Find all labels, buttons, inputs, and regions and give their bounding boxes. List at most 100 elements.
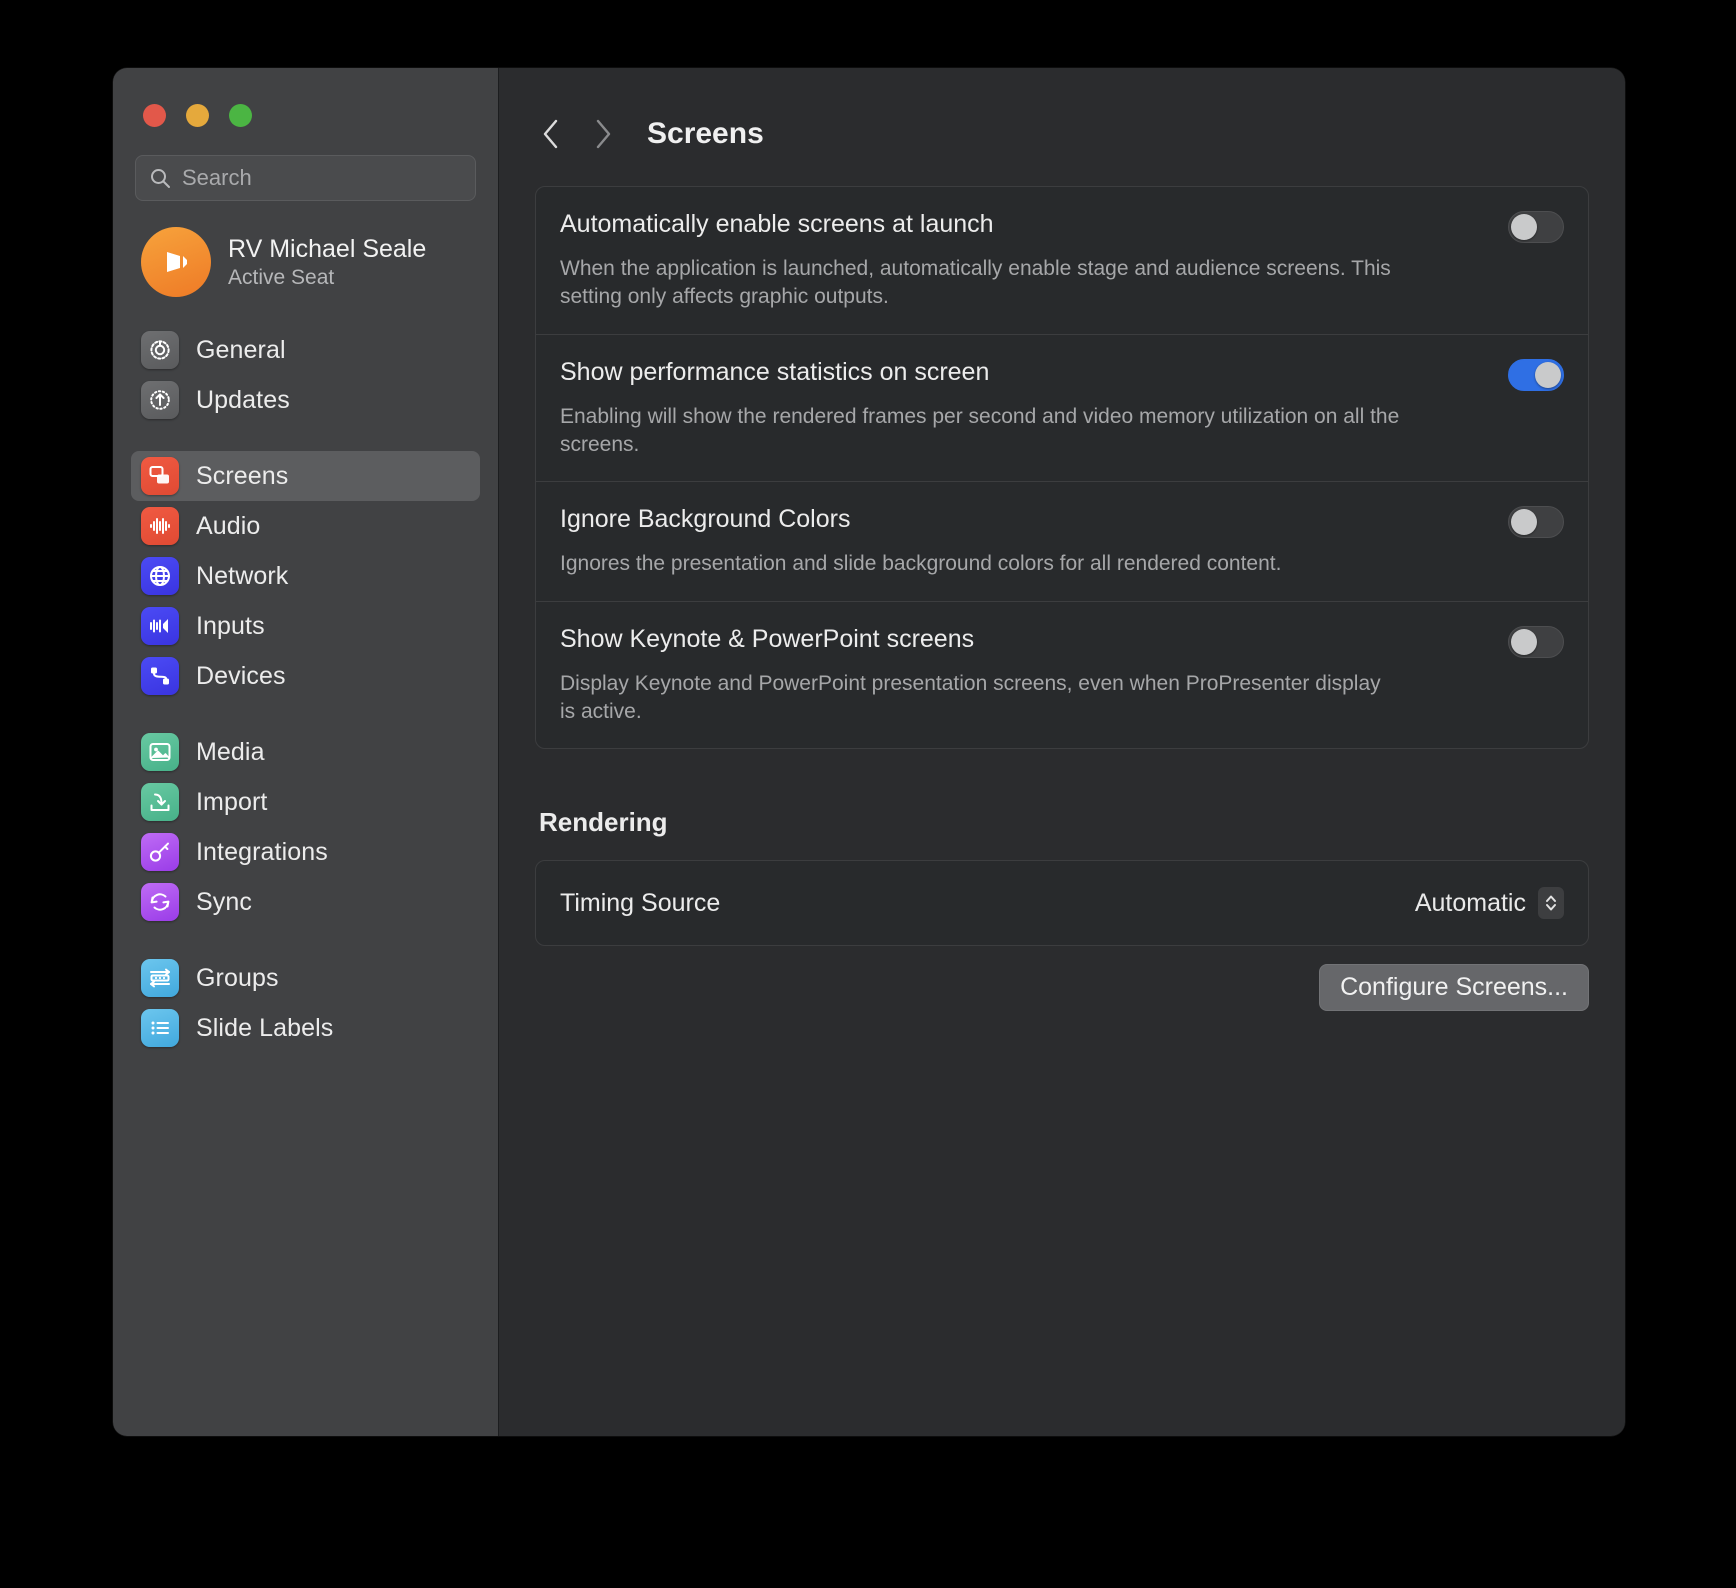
toggle-knob: [1511, 628, 1537, 655]
update-arrow-icon: [141, 381, 179, 419]
minimize-button[interactable]: [186, 104, 209, 127]
sidebar-item-devices[interactable]: Devices: [131, 651, 480, 701]
import-tray-icon: [150, 793, 170, 811]
toggle-knob: [1535, 361, 1561, 388]
account-name: RV Michael Seale: [228, 234, 427, 263]
sidebar-item-label: Network: [196, 561, 289, 590]
setting-description: Display Keynote and PowerPoint presentat…: [560, 671, 1381, 724]
setting-description: When the application is launched, automa…: [560, 257, 1391, 309]
setting-row: Show performance statistics on screen Ena…: [536, 333, 1588, 482]
gear-icon: [141, 331, 179, 369]
setting-description: Ignores the presentation and slide backg…: [560, 552, 1282, 576]
sidebar-item-screens[interactable]: Screens: [131, 451, 480, 501]
import-tray-icon: [141, 783, 179, 821]
setting-toggle[interactable]: [1508, 625, 1564, 658]
setting-toggle[interactable]: [1508, 506, 1564, 539]
waveform-icon: [141, 507, 179, 545]
setting-toggle[interactable]: [1508, 358, 1564, 391]
screens-settings-card: Automatically enable screens at launch Wh…: [535, 186, 1589, 750]
configure-screens-button[interactable]: Configure Screens...: [1319, 964, 1589, 1012]
setting-title: Show Keynote & PowerPoint screens: [560, 624, 975, 653]
update-arrow-icon: [150, 390, 170, 410]
sidebar-item-label: Devices: [196, 661, 286, 690]
search-input[interactable]: [182, 165, 463, 191]
sidebar-group: Groups Slide Labels: [113, 953, 498, 1053]
sidebar-item-slide-labels[interactable]: Slide Labels: [131, 1003, 480, 1053]
sidebar-item-label: Updates: [196, 385, 290, 414]
toggle-knob: [1511, 509, 1537, 536]
setting-row-head: Show Keynote & PowerPoint screens: [560, 624, 1564, 658]
toggle-knob: [1511, 214, 1537, 240]
sidebar-group: General Updates: [113, 325, 498, 425]
page-title: Screens: [647, 117, 764, 150]
key-icon: [141, 833, 179, 871]
close-button[interactable]: [143, 104, 166, 127]
setting-row-head: Automatically enable screens at launch: [560, 209, 1564, 243]
key-icon: [149, 842, 169, 862]
globe-icon: [141, 557, 179, 595]
sidebar-item-label: Screens: [196, 461, 289, 490]
sidebar-item-label: General: [196, 335, 286, 364]
setting-title: Ignore Background Colors: [560, 505, 851, 534]
search-icon: [148, 166, 172, 190]
sidebar-item-updates[interactable]: Updates: [131, 375, 480, 425]
input-signal-icon: [150, 619, 168, 633]
setting-row: Automatically enable screens at launch Wh…: [536, 187, 1588, 334]
rendering-card: Timing Source Automatic: [535, 860, 1589, 947]
photo-icon: [141, 733, 179, 771]
waveform-icon: [150, 518, 170, 534]
sidebar-item-sync[interactable]: Sync: [131, 877, 480, 927]
setting-row-head: Show performance statistics on screen: [560, 357, 1564, 391]
setting-description: Enabling will show the rendered frames p…: [560, 404, 1400, 457]
sidebar-group-separator: [113, 927, 498, 953]
devices-link-icon: [141, 657, 179, 695]
sidebar-group-separator: [113, 701, 498, 727]
account-row[interactable]: RV Michael Seale Active Seat: [141, 227, 498, 297]
sidebar-item-import[interactable]: Import: [131, 777, 480, 827]
settings-window: RV Michael Seale Active Seat General Upda…: [113, 68, 1625, 1436]
globe-icon: [150, 566, 170, 586]
sidebar-item-label: Audio: [196, 511, 261, 540]
setting-toggle[interactable]: [1508, 211, 1564, 243]
setting-row-head: Ignore Background Colors: [560, 504, 1564, 539]
timing-source-value: Automatic: [1414, 888, 1526, 917]
sidebar-group: Screens Audio Network Inputs Devices: [113, 451, 498, 701]
sidebar-item-groups[interactable]: Groups: [131, 953, 480, 1003]
setting-row: Ignore Background Colors Ignores the pres…: [536, 481, 1588, 600]
back-button[interactable]: [525, 112, 577, 156]
groups-icon: [141, 959, 179, 997]
sidebar-nav: General Updates Screens Audio Network Inputs D…: [113, 325, 498, 1053]
setting-row: Show Keynote & PowerPoint screens Display…: [536, 600, 1588, 749]
sync-arrows-icon: [150, 893, 170, 911]
sidebar-item-label: Sync: [196, 887, 252, 916]
zoom-button[interactable]: [229, 104, 252, 127]
photo-icon: [149, 743, 171, 761]
forward-button[interactable]: [577, 112, 629, 156]
sidebar-group-separator: [113, 425, 498, 451]
sidebar-item-label: Slide Labels: [196, 1013, 334, 1042]
sync-arrows-icon: [141, 883, 179, 921]
sidebar-group: Media Import Integrations Sync: [113, 727, 498, 927]
chevron-right-icon: [596, 119, 611, 149]
devices-link-icon: [151, 667, 169, 685]
propresenter-logo-icon: [167, 252, 187, 272]
sidebar-item-media[interactable]: Media: [131, 727, 480, 777]
sidebar-item-integrations[interactable]: Integrations: [131, 827, 480, 877]
sidebar-item-inputs[interactable]: Inputs: [131, 601, 480, 651]
sidebar: RV Michael Seale Active Seat General Upda…: [113, 68, 498, 1436]
sidebar-item-audio[interactable]: Audio: [131, 501, 480, 551]
content-pane: Screens Automatically enable screens at …: [498, 68, 1625, 1436]
screens-icon: [141, 457, 179, 495]
timing-source-select[interactable]: Automatic: [1414, 887, 1564, 920]
chevron-updown-icon: [1538, 887, 1564, 920]
traffic-lights: [113, 68, 498, 127]
timing-source-label: Timing Source: [560, 889, 721, 918]
sidebar-item-network[interactable]: Network: [131, 551, 480, 601]
toolbar: Screens: [499, 68, 1625, 164]
search-field[interactable]: [135, 155, 476, 201]
sidebar-item-general[interactable]: General: [131, 325, 480, 375]
timing-source-row: Timing Source Automatic: [536, 861, 1588, 945]
sidebar-item-label: Integrations: [196, 837, 328, 866]
screens-icon: [149, 466, 169, 484]
groups-icon: [150, 968, 170, 988]
